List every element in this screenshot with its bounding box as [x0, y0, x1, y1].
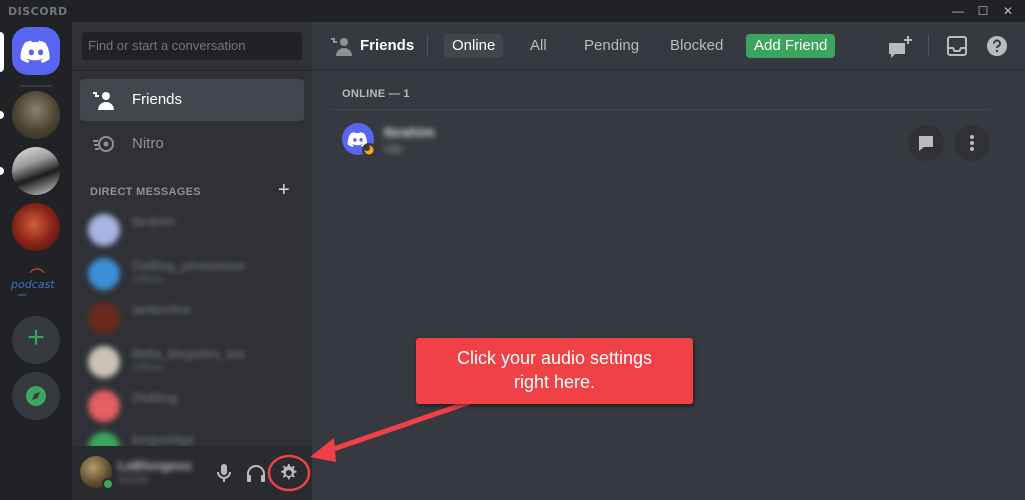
discord-logo-icon — [20, 40, 50, 63]
server-rail: podcast + — [0, 22, 72, 500]
dm-item[interactable]: Bella_blogsites_tea Offline — [80, 340, 304, 384]
username: LeBlongess — [118, 458, 192, 473]
avatar — [88, 302, 120, 334]
gear-icon — [281, 464, 297, 480]
user-panel: LeBlongess #1234 — [72, 446, 312, 500]
server-icon-1[interactable] — [12, 91, 60, 139]
more-options-button[interactable] — [954, 125, 990, 161]
inbox-icon — [947, 36, 967, 56]
sidebar-item-label: Nitro — [132, 135, 164, 152]
podcast-label: podcast — [11, 278, 55, 291]
microphone-icon — [217, 464, 231, 482]
new-group-dm-button[interactable] — [886, 34, 914, 60]
friend-list-item[interactable]: Ibrahim Idle — [332, 112, 990, 170]
deafen-button[interactable] — [244, 461, 268, 485]
tab-pending[interactable]: Pending — [576, 34, 647, 58]
topbar-divider — [427, 35, 428, 57]
avatar — [88, 258, 120, 290]
avatar — [88, 346, 120, 378]
topbar-divider — [928, 35, 929, 57]
add-server-button[interactable]: + — [12, 316, 60, 364]
dm-item[interactable]: DisBlog — [80, 384, 304, 428]
status-indicator — [102, 478, 114, 490]
user-tag: #1234 — [118, 474, 149, 486]
callout-line-1: Click your audio settings — [456, 348, 653, 368]
inbox-button[interactable] — [946, 35, 968, 57]
top-bar: Friends Online All Pending Blocked Add F… — [312, 22, 1025, 70]
add-friend-button[interactable]: Add Friend — [746, 34, 836, 58]
tab-all[interactable]: All — [522, 34, 555, 58]
avatar — [88, 214, 120, 246]
help-button[interactable] — [986, 35, 1008, 57]
avatar — [88, 390, 120, 422]
search-input[interactable]: Find or start a conversation — [82, 32, 302, 60]
server-icon-3[interactable] — [12, 203, 60, 251]
page-title: Friends — [360, 37, 415, 54]
app-brand: DISCORD — [8, 5, 68, 18]
direct-messages-header: DIRECT MESSAGES — [90, 186, 201, 198]
rail-divider — [20, 85, 52, 87]
message-button[interactable] — [908, 125, 944, 161]
explore-servers-button[interactable] — [12, 372, 60, 420]
dm-item[interactable]: DaBlog_photowave Offline — [80, 252, 304, 296]
sidebar-divider — [72, 70, 312, 71]
list-divider — [332, 109, 990, 110]
server-unread-indicator — [0, 111, 4, 119]
maximize-button[interactable]: ☐ — [971, 0, 995, 22]
user-settings-button[interactable] — [276, 461, 300, 485]
dm-name: Ibrahim — [132, 214, 176, 229]
dm-name: Bella_blogsites_tea — [132, 346, 245, 361]
tab-online[interactable]: Online — [444, 34, 504, 58]
discord-app: DISCORD — ☐ ✕ podcast + Find or start a … — [0, 0, 1025, 500]
new-group-dm-icon — [889, 36, 912, 58]
friends-icon — [93, 92, 114, 110]
compass-icon — [26, 386, 46, 406]
server-icon-2[interactable] — [12, 147, 60, 195]
friend-status: Idle — [384, 142, 404, 156]
minimize-button[interactable]: — — [946, 0, 970, 22]
dm-item[interactable]: lanternlive — [80, 296, 304, 340]
channel-sidebar: Find or start a conversation Friends Nit… — [72, 22, 312, 500]
dm-name: kingvoidge — [132, 432, 195, 446]
main-content: Friends Online All Pending Blocked Add F… — [312, 22, 1025, 500]
headphones-icon — [247, 465, 265, 482]
help-icon — [987, 36, 1007, 56]
dm-name: DisBlog — [132, 390, 177, 405]
home-button[interactable] — [12, 27, 60, 75]
sidebar-item-friends[interactable]: Friends — [80, 79, 304, 121]
mute-button[interactable] — [212, 461, 236, 485]
idle-status-icon — [362, 143, 376, 157]
callout-line-2: right here. — [513, 372, 596, 392]
dm-item[interactable]: Ibrahim — [80, 208, 304, 252]
create-dm-button[interactable]: + — [278, 180, 290, 200]
dm-status: Offline — [132, 274, 164, 286]
dm-item[interactable]: kingvoidge — [80, 426, 304, 446]
avatar — [88, 432, 120, 446]
sidebar-item-label: Friends — [132, 91, 183, 108]
chat-bubble-icon — [919, 136, 933, 151]
annotation-callout: Click your audio settings right here. — [416, 338, 693, 404]
friend-name: Ibrahim — [384, 124, 435, 140]
more-vertical-icon — [970, 135, 974, 151]
friends-icon — [331, 38, 352, 56]
nitro-icon — [93, 136, 114, 152]
server-unread-indicator — [0, 167, 4, 175]
dm-name: DaBlog_photowave — [132, 258, 245, 273]
dm-status: Offline — [132, 362, 164, 374]
home-active-indicator — [0, 32, 4, 72]
close-button[interactable]: ✕ — [996, 0, 1020, 22]
dm-name: lanternlive — [132, 302, 192, 317]
title-bar: DISCORD — ☐ ✕ — [0, 0, 1025, 22]
tab-blocked[interactable]: Blocked — [662, 34, 731, 58]
sidebar-item-nitro[interactable]: Nitro — [80, 123, 304, 165]
online-count-header: ONLINE — 1 — [342, 88, 410, 100]
